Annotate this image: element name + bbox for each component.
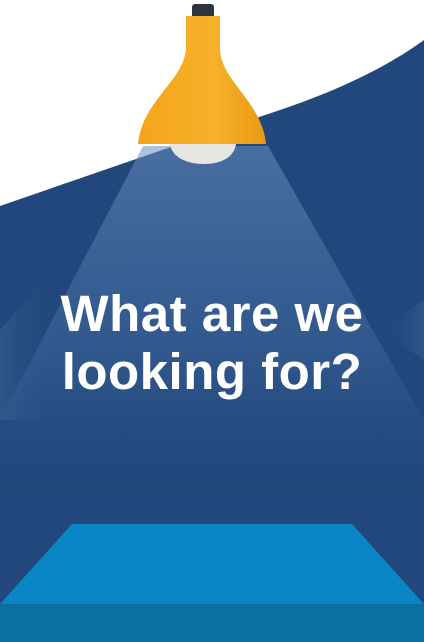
poster: What are we looking for? [0,0,424,642]
spotlight-floor-icon [0,524,424,642]
headline: What are we looking for? [0,285,424,401]
pendant-lamp-icon [138,4,266,164]
headline-line-2: looking for? [61,343,363,400]
headline-line-1: What are we [60,285,364,342]
